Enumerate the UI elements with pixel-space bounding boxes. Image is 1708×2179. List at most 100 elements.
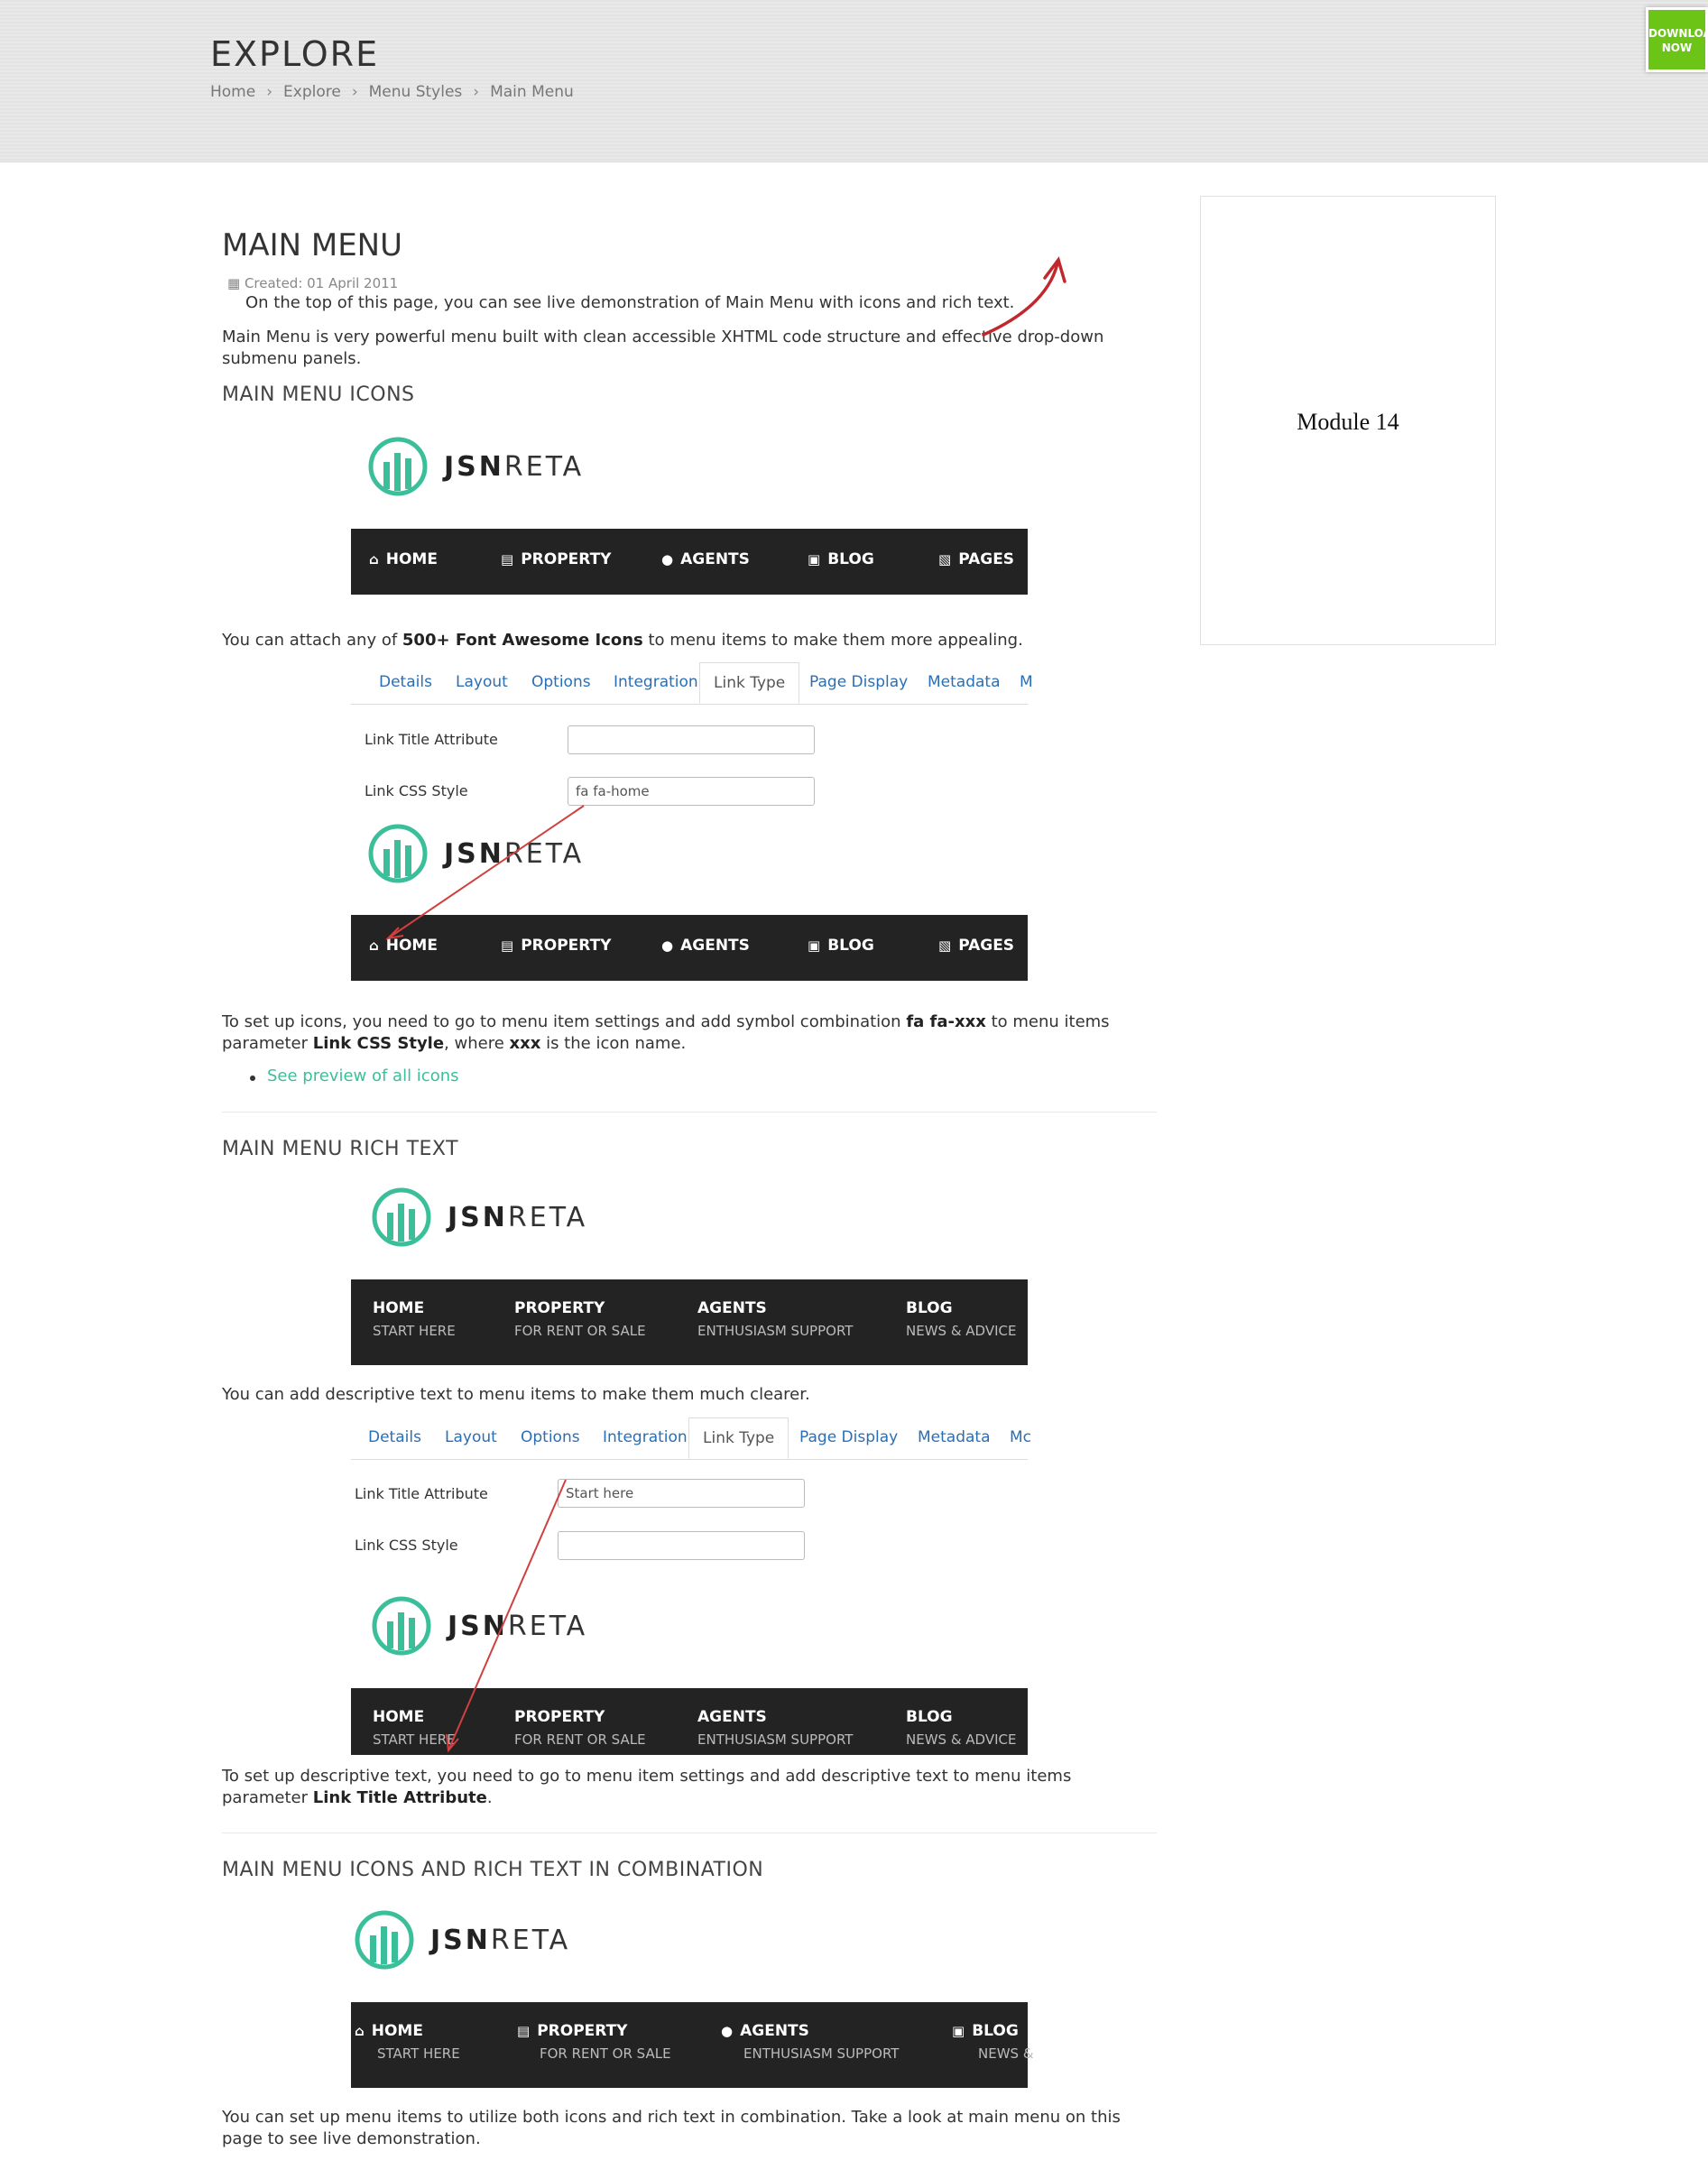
tab-details[interactable]: Details (379, 673, 432, 691)
rich-paragraph-2: To set up descriptive text, you need to … (222, 1767, 1072, 1807)
file-icon: ▧ (938, 551, 952, 568)
jsnreta-logo-text: JSNRETA (448, 1611, 588, 1642)
page-header-banner: EXPLORE Home › Explore › Menu Styles › Main Me… (0, 0, 1708, 162)
menu-item-property-sub: FOR RENT OR SALE (514, 1731, 646, 1748)
building-icon: ▤ (501, 937, 514, 954)
jsnreta-logo-icon (372, 1596, 431, 1656)
tab-more[interactable]: Mc (1010, 1428, 1031, 1446)
newspaper-icon: ▣ (952, 2023, 965, 2039)
file-icon: ▧ (938, 937, 952, 954)
tab-more[interactable]: M (1020, 673, 1033, 691)
section-divider (222, 1112, 1157, 1113)
menu-item-property-sub: FOR RENT OR SALE (540, 2045, 671, 2062)
tab-integration[interactable]: Integration (603, 1428, 688, 1446)
tab-layout[interactable]: Layout (445, 1428, 497, 1446)
breadcrumb-menu-styles[interactable]: Menu Styles (369, 83, 463, 101)
menu-item-blog: BLOG (906, 1708, 953, 1726)
menu-item-property: ▤ PROPERTY (517, 2022, 628, 2040)
module-title: Module 14 (1297, 409, 1399, 435)
user-icon: ● (661, 937, 674, 954)
article-title: MAIN MENU (222, 227, 402, 263)
tab-details[interactable]: Details (368, 1428, 421, 1446)
section-heading-rich: MAIN MENU RICH TEXT (222, 1138, 459, 1160)
tab-metadata[interactable]: Metadata (918, 1428, 991, 1446)
menu-preview-rich: HOME START HERE PROPERTY FOR RENT OR SAL… (351, 1279, 1028, 1365)
download-label: DOWNLOAD (1648, 27, 1708, 40)
menu-item-blog: BLOG (906, 1299, 953, 1317)
menu-item-blog: ▣ BLOG (808, 937, 874, 955)
link-title-label: Link Title Attribute (365, 731, 498, 748)
jsnreta-logo-text: JSNRETA (448, 1202, 588, 1233)
link-title-input[interactable]: Start here (558, 1479, 805, 1508)
calendar-icon: ▦ (227, 275, 245, 291)
menu-preview-combo: ⌂ HOME START HERE ▤ PROPERTY FOR RENT OR S… (351, 2002, 1034, 2088)
newspaper-icon: ▣ (808, 937, 821, 954)
menu-item-property: ▤ PROPERTY (501, 550, 612, 568)
menu-item-home-sub: START HERE (377, 2045, 460, 2062)
link-css-label: Link CSS Style (355, 1537, 458, 1554)
jsnreta-logo-icon (355, 1910, 414, 1970)
page-title: EXPLORE (210, 34, 380, 74)
chevron-right-icon: › (473, 83, 480, 101)
tab-metadata[interactable]: Metadata (928, 673, 1001, 691)
link-css-input[interactable] (558, 1531, 805, 1560)
tab-page-display[interactable]: Page Display (809, 673, 908, 691)
menu-item-agents-sub: ENTHUSIASM SUPPORT (697, 1731, 854, 1748)
menu-item-property: ▤ PROPERTY (501, 937, 612, 955)
menu-item-home: HOME (373, 1299, 425, 1317)
tab-link-type[interactable]: Link Type (688, 1417, 789, 1459)
menu-item-agents: AGENTS (697, 1708, 767, 1726)
user-icon: ● (721, 2023, 734, 2039)
jsnreta-logo-icon (368, 437, 428, 496)
intro-paragraph-2: Main Menu is very powerful menu built wi… (222, 328, 1104, 368)
now-label: NOW (1661, 42, 1693, 54)
icons-paragraph-1: You can attach any of 500+ Font Awesome … (222, 631, 1023, 650)
menu-item-property-sub: FOR RENT OR SALE (514, 1323, 646, 1339)
tab-page-display[interactable]: Page Display (799, 1428, 898, 1446)
menu-item-blog-sub: NEWS & ADVICE (906, 1731, 1017, 1748)
jsnreta-logo-icon (368, 824, 428, 883)
menu-item-pages: ▧ PAGES (938, 937, 1015, 955)
breadcrumb-explore[interactable]: Explore (283, 83, 341, 101)
tab-options[interactable]: Options (521, 1428, 580, 1446)
home-icon: ⌂ (369, 551, 379, 568)
menu-item-agents: ● AGENTS (661, 550, 750, 568)
jsnreta-logo-text: JSNRETA (430, 1925, 571, 1956)
list-bullet (250, 1076, 255, 1081)
menu-item-blog: ▣ BLOG (952, 2022, 1019, 2040)
menu-item-blog-sub: NEWS & ADVICE (906, 1323, 1017, 1339)
menu-item-property: PROPERTY (514, 1708, 605, 1726)
tab-options[interactable]: Options (531, 673, 591, 691)
menu-item-blog: ▣ BLOG (808, 550, 874, 568)
building-icon: ▤ (517, 2023, 531, 2039)
section-heading-icons: MAIN MENU ICONS (222, 383, 415, 406)
menu-preview-icons: ⌂ HOME ▤ PROPERTY ● AGENTS ▣ BLOG ▧ PAGES (351, 529, 1028, 595)
menu-item-agents: ● AGENTS (721, 2022, 809, 2040)
settings-tabs-1: Details Layout Options Integration Link … (351, 662, 1033, 705)
link-title-input[interactable] (568, 725, 815, 754)
tab-layout[interactable]: Layout (456, 673, 508, 691)
menu-item-home: ⌂ HOME (369, 550, 438, 568)
link-css-label: Link CSS Style (365, 782, 468, 799)
preview-icons-link[interactable]: See preview of all icons (267, 1066, 459, 1085)
link-css-input[interactable]: fa fa-home (568, 777, 815, 806)
menu-item-property: PROPERTY (514, 1299, 605, 1317)
tab-integration[interactable]: Integration (614, 673, 698, 691)
intro-paragraph-1: On the top of this page, you can see liv… (245, 293, 1015, 312)
created-date: ▦ Created: 01 April 2011 (227, 275, 398, 291)
created-text: Created: 01 April 2011 (244, 275, 399, 291)
download-now-button[interactable]: DOWNLOAD NOW (1646, 7, 1708, 72)
home-icon: ⌂ (355, 2023, 365, 2039)
section-heading-combo: MAIN MENU ICONS AND RICH TEXT IN COMBINA… (222, 1859, 764, 1881)
menu-item-agents-sub: ENTHUSIASM SUPPORT (697, 1323, 854, 1339)
tab-link-type[interactable]: Link Type (699, 662, 800, 704)
link-title-label: Link Title Attribute (355, 1485, 488, 1502)
breadcrumb-home[interactable]: Home (210, 83, 255, 101)
menu-item-home-sub: START HERE (373, 1731, 456, 1748)
menu-item-home-sub: START HERE (373, 1323, 456, 1339)
icons-paragraph-2: To set up icons, you need to go to menu … (222, 1012, 1110, 1053)
breadcrumb-main-menu: Main Menu (490, 83, 574, 101)
user-icon: ● (661, 551, 674, 568)
menu-item-blog-sub: NEWS & (978, 2045, 1034, 2062)
chevron-right-icon: › (266, 83, 273, 101)
